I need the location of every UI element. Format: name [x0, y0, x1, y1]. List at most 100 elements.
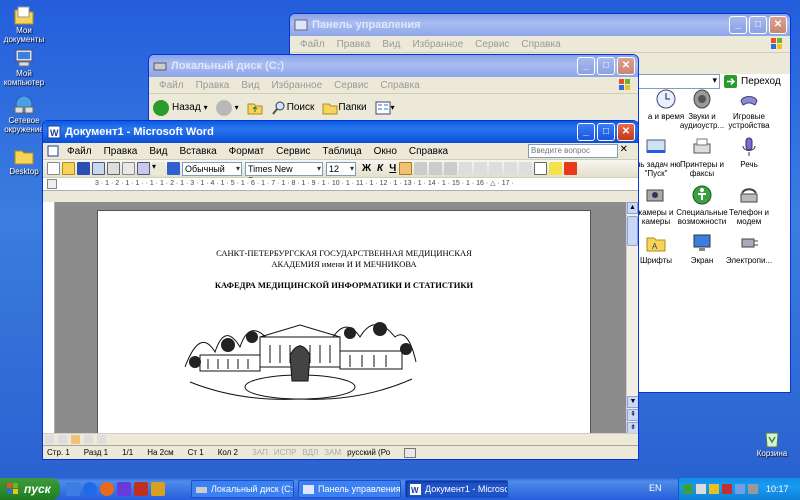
chevron-down-icon[interactable]: ▾	[204, 103, 208, 112]
horizontal-scrollbar[interactable]	[43, 433, 638, 445]
styles-pane-icon[interactable]	[167, 162, 180, 175]
media-player-icon[interactable]	[117, 482, 131, 496]
italic-button[interactable]: К	[377, 163, 383, 174]
cp-item-game-controllers[interactable]: Игровые устройства	[718, 88, 780, 130]
tray-monitor-icon[interactable]	[735, 484, 745, 494]
status-language[interactable]: русский (Ро	[347, 448, 390, 457]
firefox-icon[interactable]	[100, 482, 114, 496]
menu-view[interactable]: Вид	[143, 146, 173, 157]
outline-view-icon[interactable]	[84, 435, 93, 444]
menu-window[interactable]: Окно	[368, 146, 403, 157]
align-center-icon[interactable]	[414, 162, 428, 175]
increase-indent-icon[interactable]	[519, 162, 533, 175]
decrease-indent-icon[interactable]	[504, 162, 518, 175]
title-bar[interactable]: Локальный диск (C:) _ □ ✕	[149, 55, 638, 77]
menu-insert[interactable]: Вставка	[173, 146, 222, 157]
desktop-icon-recycle-bin[interactable]: Корзина	[750, 428, 794, 458]
undo-icon[interactable]	[137, 162, 150, 175]
close-button[interactable]: ✕	[617, 57, 635, 75]
title-bar[interactable]: Панель управления _ □ ✕	[290, 14, 790, 36]
desktop-icon-my-documents[interactable]: Мои документы	[2, 5, 46, 44]
network-icon[interactable]	[683, 484, 693, 494]
app-launcher-icon[interactable]	[134, 482, 148, 496]
document-page[interactable]: САНКТ-ПЕТЕРБУРГСКАЯ ГОСУДАРСТВЕННАЯ МЕДИ…	[97, 210, 591, 450]
bold-button[interactable]: Ж	[362, 163, 371, 174]
menu-format[interactable]: Формат	[223, 146, 271, 157]
maximize-button[interactable]: □	[597, 123, 615, 141]
quick-launch-icon[interactable]	[151, 482, 165, 496]
start-button[interactable]: пуск	[0, 478, 60, 500]
print-layout-icon[interactable]	[71, 435, 80, 444]
forward-button[interactable]: ▾	[215, 99, 239, 116]
vertical-scrollbar[interactable]: ▲ ▼ ⇞ ⇟	[626, 202, 638, 434]
menu-view[interactable]: Вид	[376, 39, 406, 50]
cp-item-power[interactable]: Электропи...	[718, 232, 780, 265]
align-left-icon[interactable]	[399, 162, 413, 175]
cp-item-speech[interactable]: Речь	[718, 136, 780, 169]
cp-item-phone-modem[interactable]: Телефон и модем	[718, 184, 780, 226]
scroll-up-arrow-icon[interactable]: ▲	[627, 202, 638, 214]
menu-file[interactable]: Файл	[61, 146, 98, 157]
web-view-icon[interactable]	[58, 435, 67, 444]
scroll-thumb[interactable]	[627, 216, 638, 246]
minimize-button[interactable]: _	[729, 16, 747, 34]
menu-help[interactable]: Справка	[515, 39, 566, 50]
menu-file[interactable]: Файл	[153, 80, 190, 91]
title-bar[interactable]: W Документ1 - Microsoft Word _ □ ✕	[43, 121, 638, 143]
internet-explorer-icon[interactable]	[83, 482, 97, 496]
up-folder-button[interactable]	[247, 101, 263, 115]
menu-help[interactable]: Справка	[374, 80, 425, 91]
menu-edit[interactable]: Правка	[190, 80, 236, 91]
taskbar-button-control-panel[interactable]: Панель управления	[298, 480, 401, 498]
back-button[interactable]: Назад ▾	[153, 99, 208, 116]
close-button[interactable]: ✕	[769, 16, 787, 34]
word-window[interactable]: W Документ1 - Microsoft Word _ □ ✕ Файл …	[42, 120, 639, 460]
menu-tools[interactable]: Сервис	[469, 39, 515, 50]
ask-question-input[interactable]: Введите вопрос	[528, 144, 618, 158]
tray-misc-icon[interactable]	[748, 484, 758, 494]
underline-button[interactable]: Ч	[389, 163, 396, 174]
desktop-icon-network[interactable]: Сетевое окружение	[2, 95, 46, 134]
minimize-button[interactable]: _	[577, 57, 595, 75]
status-trk[interactable]: ИСПР	[274, 448, 297, 457]
address-dropdown[interactable]	[630, 73, 720, 89]
menu-help[interactable]: Справка	[403, 146, 454, 157]
bullets-icon[interactable]	[489, 162, 503, 175]
menu-edit[interactable]: Правка	[98, 146, 144, 157]
horizontal-ruler[interactable]: 3 · 1 · 2 · 1 · 1 · · 1 · 1 · 2 · 1 · 3 …	[43, 178, 638, 191]
close-document-icon[interactable]: ✕	[614, 144, 634, 155]
menu-file[interactable]: Файл	[294, 39, 331, 50]
align-right-icon[interactable]	[429, 162, 443, 175]
new-document-icon[interactable]	[47, 162, 60, 175]
open-folder-icon[interactable]	[62, 162, 75, 175]
menu-favorites[interactable]: Избранное	[406, 39, 469, 50]
style-select[interactable]: Обычный	[182, 161, 242, 176]
borders-icon[interactable]	[534, 162, 548, 175]
search-button[interactable]: Поиск	[271, 100, 314, 116]
taskbar-button-word[interactable]: W Документ1 - Microso...	[405, 480, 508, 498]
menu-edit[interactable]: Правка	[331, 39, 377, 50]
desktop-icon-my-computer[interactable]: Мой компьютер	[2, 48, 46, 87]
menu-view[interactable]: Вид	[235, 80, 265, 91]
show-desktop-icon[interactable]	[66, 482, 80, 496]
views-button[interactable]: ▾	[375, 101, 395, 115]
folders-button[interactable]: Папки	[322, 101, 367, 115]
minimize-button[interactable]: _	[577, 123, 595, 141]
chevron-down-icon[interactable]: ▾	[391, 103, 395, 112]
volume-icon[interactable]	[696, 484, 706, 494]
vertical-ruler[interactable]	[43, 202, 55, 434]
maximize-button[interactable]: □	[597, 57, 615, 75]
scroll-down-arrow-icon[interactable]: ▼	[627, 396, 638, 408]
status-rec[interactable]: ЗАП	[252, 448, 268, 457]
menu-favorites[interactable]: Избранное	[265, 80, 328, 91]
menu-tools[interactable]: Сервис	[270, 146, 316, 157]
justify-icon[interactable]	[444, 162, 458, 175]
tray-app-icon[interactable]	[709, 484, 719, 494]
clock[interactable]: 10:17	[766, 484, 789, 494]
numbering-icon[interactable]	[474, 162, 488, 175]
menu-tools[interactable]: Сервис	[328, 80, 374, 91]
go-button[interactable]: Переход	[741, 76, 781, 87]
highlight-icon[interactable]	[549, 162, 563, 175]
desktop-icon-desktop[interactable]: Desktop	[2, 146, 46, 176]
font-color-icon[interactable]	[564, 162, 578, 175]
